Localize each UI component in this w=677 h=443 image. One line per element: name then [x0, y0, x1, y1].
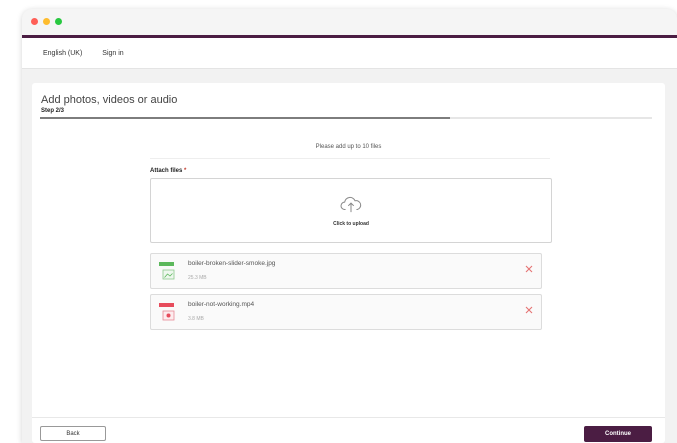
progress-bar: [40, 117, 652, 119]
file-size: 25.3 MB: [188, 275, 207, 281]
dropzone-label: Click to upload: [333, 221, 369, 227]
video-file-icon: [159, 303, 175, 321]
file-item: boiler-broken-slider-smoke.jpg 25.3 MB: [150, 253, 542, 289]
app-header: English (UK) Sign in: [22, 38, 677, 69]
maximize-window-dot[interactable]: [55, 18, 62, 25]
title-bar: [22, 9, 677, 35]
attach-files-label: Attach files *: [150, 168, 186, 174]
file-size: 3.8 MB: [188, 316, 204, 322]
required-marker: *: [184, 168, 187, 174]
progress-fill: [40, 117, 451, 119]
close-icon: [525, 265, 533, 273]
back-button[interactable]: Back: [40, 426, 106, 441]
upload-instruction: Please add up to 10 files: [315, 144, 382, 150]
cloud-upload-icon: [340, 196, 362, 213]
language-selector[interactable]: English (UK): [43, 50, 82, 57]
step-indicator: Step 2/3: [41, 108, 65, 114]
continue-button[interactable]: Continue: [584, 426, 652, 442]
divider: [150, 158, 550, 159]
main-content: Add photos, videos or audio Step 2/3 Ple…: [32, 83, 665, 443]
page-title: Add photos, videos or audio: [41, 94, 178, 106]
close-window-dot[interactable]: [31, 18, 38, 25]
attach-files-label-text: Attach files: [150, 168, 183, 174]
file-name: boiler-not-working.mp4: [188, 301, 255, 308]
remove-file-button[interactable]: [525, 265, 533, 276]
image-file-icon: [159, 262, 175, 280]
window-controls: [31, 18, 62, 25]
remove-file-button[interactable]: [525, 306, 533, 317]
file-item: boiler-not-working.mp4 3.8 MB: [150, 294, 542, 330]
minimize-window-dot[interactable]: [43, 18, 50, 25]
close-icon: [525, 306, 533, 314]
file-name: boiler-broken-slider-smoke.jpg: [188, 260, 276, 267]
file-dropzone[interactable]: Click to upload: [150, 178, 552, 243]
sign-in-link[interactable]: Sign in: [102, 50, 123, 57]
footer-divider: [32, 417, 665, 418]
browser-window: English (UK) Sign in Add photos, videos …: [22, 9, 677, 443]
